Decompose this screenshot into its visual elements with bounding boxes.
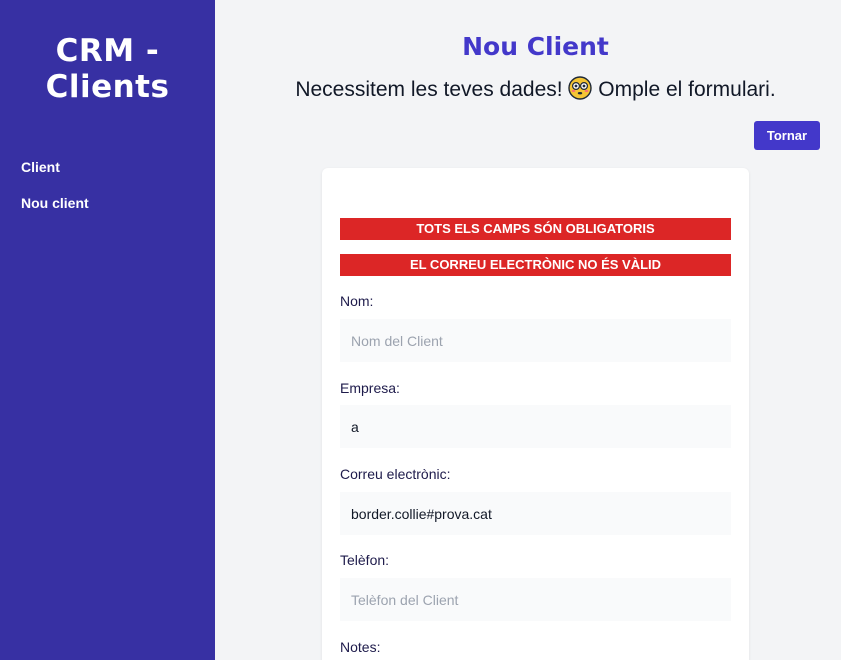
subtitle-text-before: Necessitem les teves dades! [295,78,563,101]
company-input[interactable] [340,405,731,448]
email-label: Correu electrònic: [340,466,451,482]
phone-input[interactable] [340,578,731,621]
client-form-card: TOTS ELS CAMPS SÓN OBLIGATORIS EL CORREU… [322,168,749,660]
app-brand: CRM - Clients [45,33,170,105]
name-input[interactable] [340,319,731,362]
page-subtitle: Necessitem les teves dades! Omple el for… [215,76,841,102]
sidebar-nav: Client Nou client [0,149,215,221]
sidebar-item-new-client[interactable]: Nou client [0,185,215,221]
email-input[interactable] [340,492,731,535]
alert-invalid-email: EL CORREU ELECTRÒNIC NO ÉS VÀLID [340,254,731,276]
page-title: Nou Client [462,32,609,61]
company-label: Empresa: [340,380,400,396]
name-label: Nom: [340,293,374,309]
phone-label: Telèfon: [340,552,390,568]
main-content: Nou Client Necessitem les teves dades! O… [215,0,841,660]
sidebar-item-client[interactable]: Client [0,149,215,185]
alert-required-fields: TOTS ELS CAMPS SÓN OBLIGATORIS [340,218,731,240]
flushed-face-icon [568,76,593,100]
subtitle-text-after: Omple el formulari. [598,78,776,101]
notes-label: Notes: [340,639,381,655]
back-button[interactable]: Tornar [754,121,820,150]
sidebar: CRM - Clients Client Nou client [0,0,215,660]
